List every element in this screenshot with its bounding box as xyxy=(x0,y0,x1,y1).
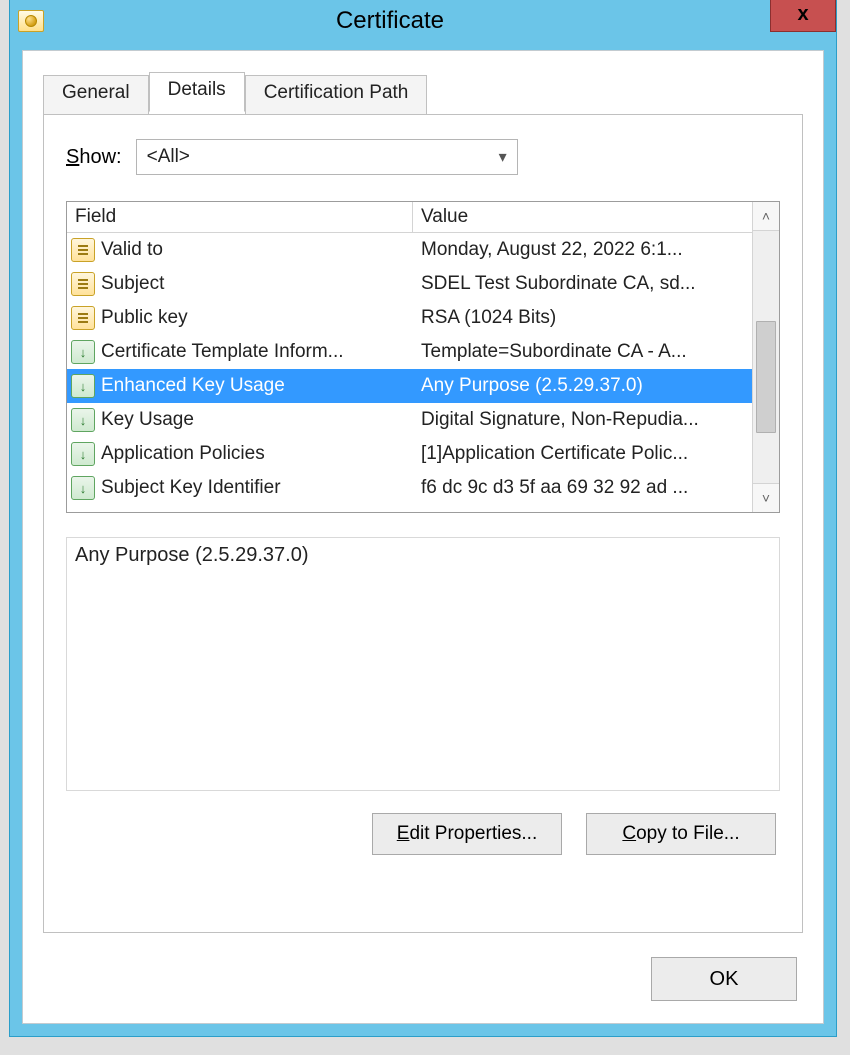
field-name: Subject Key Identifier xyxy=(101,477,281,499)
list-rows: Valid to Monday, August 22, 2022 6:1... Su… xyxy=(67,233,752,512)
cell-field: Subject Key Identifier xyxy=(67,476,413,500)
window-title: Certificate xyxy=(10,7,770,35)
scroll-up-button[interactable]: ˄ xyxy=(753,202,779,231)
cell-value: RSA (1024 Bits) xyxy=(413,307,752,329)
cell-value: Digital Signature, Non-Repudia... xyxy=(413,409,752,431)
tabpage-details: Show: <All> ▾ Field Value Valid to Monday… xyxy=(43,114,803,933)
column-header-value[interactable]: Value xyxy=(413,202,752,232)
cert-extension-icon xyxy=(71,408,95,432)
cell-value: Template=Subordinate CA - A... xyxy=(413,341,752,363)
cell-field: Valid to xyxy=(67,238,413,262)
detail-text-pane: Any Purpose (2.5.29.37.0) xyxy=(66,537,780,791)
tab-details[interactable]: Details xyxy=(149,72,245,112)
scroll-down-button[interactable]: ˅ xyxy=(753,483,779,512)
cert-extension-icon xyxy=(71,442,95,466)
cert-field-icon xyxy=(71,272,95,296)
field-name: Application Policies xyxy=(101,443,265,465)
cell-value: Monday, August 22, 2022 6:1... xyxy=(413,239,752,261)
cert-extension-icon xyxy=(71,340,95,364)
titlebar: Certificate x xyxy=(10,0,836,42)
list-columns: Field Value Valid to Monday, August 22, 2… xyxy=(67,202,752,512)
show-label: Show: xyxy=(66,146,122,169)
chevron-down-icon: ▾ xyxy=(499,147,507,167)
scroll-track[interactable] xyxy=(753,231,779,483)
show-row: Show: <All> ▾ xyxy=(66,139,780,175)
cell-field: Public key xyxy=(67,306,413,330)
certificate-dialog: Certificate x General Details Certificat… xyxy=(10,0,836,1036)
field-name: Enhanced Key Usage xyxy=(101,375,285,397)
cell-field: Subject xyxy=(67,272,413,296)
tabstrip: General Details Certification Path xyxy=(43,75,427,115)
cert-field-icon xyxy=(71,306,95,330)
cell-field: Certificate Template Inform... xyxy=(67,340,413,364)
close-button[interactable]: x xyxy=(770,0,836,32)
table-row[interactable]: Certificate Template Inform... Template=S… xyxy=(67,335,752,369)
cell-field: Key Usage xyxy=(67,408,413,432)
tab-certification-path[interactable]: Certification Path xyxy=(245,75,428,115)
ok-button[interactable]: OK xyxy=(651,957,797,1001)
cert-extension-icon xyxy=(71,374,95,398)
field-name: Key Usage xyxy=(101,409,194,431)
field-name: Subject xyxy=(101,273,164,295)
cell-field: Enhanced Key Usage xyxy=(67,374,413,398)
table-row[interactable]: Valid to Monday, August 22, 2022 6:1... xyxy=(67,233,752,267)
scroll-thumb[interactable] xyxy=(756,321,776,433)
edit-properties-button[interactable]: Edit Properties... xyxy=(372,813,562,855)
show-combo-value: <All> xyxy=(147,146,190,168)
column-header-field[interactable]: Field xyxy=(67,202,413,232)
fields-listview[interactable]: Field Value Valid to Monday, August 22, 2… xyxy=(66,201,780,513)
field-name: Certificate Template Inform... xyxy=(101,341,344,363)
client-area: General Details Certification Path Show:… xyxy=(22,50,824,1024)
table-row[interactable]: Key Usage Digital Signature, Non-Repudia.… xyxy=(67,403,752,437)
cert-field-icon xyxy=(71,238,95,262)
show-combo[interactable]: <All> ▾ xyxy=(136,139,518,175)
cell-value: Any Purpose (2.5.29.37.0) xyxy=(413,375,752,397)
table-row[interactable]: Subject SDEL Test Subordinate CA, sd... xyxy=(67,267,752,301)
cell-value: f6 dc 9c d3 5f aa 69 32 92 ad ... xyxy=(413,477,752,499)
table-row[interactable]: Application Policies [1]Application Certi… xyxy=(67,437,752,471)
scrollbar-vertical[interactable]: ˄ ˅ xyxy=(752,202,779,512)
field-name: Public key xyxy=(101,307,188,329)
field-name: Valid to xyxy=(101,239,163,261)
copy-to-file-button[interactable]: Copy to File... xyxy=(586,813,776,855)
cert-extension-icon xyxy=(71,476,95,500)
tab-general[interactable]: General xyxy=(43,75,149,115)
column-headers: Field Value xyxy=(67,202,752,233)
button-row: Edit Properties... Copy to File... xyxy=(66,813,780,855)
cell-field: Application Policies xyxy=(67,442,413,466)
cell-value: SDEL Test Subordinate CA, sd... xyxy=(413,273,752,295)
table-row[interactable]: Public key RSA (1024 Bits) xyxy=(67,301,752,335)
table-row[interactable]: Enhanced Key Usage Any Purpose (2.5.29.37… xyxy=(67,369,752,403)
table-row[interactable]: Subject Key Identifier f6 dc 9c d3 5f aa … xyxy=(67,471,752,505)
cell-value: [1]Application Certificate Polic... xyxy=(413,443,752,465)
